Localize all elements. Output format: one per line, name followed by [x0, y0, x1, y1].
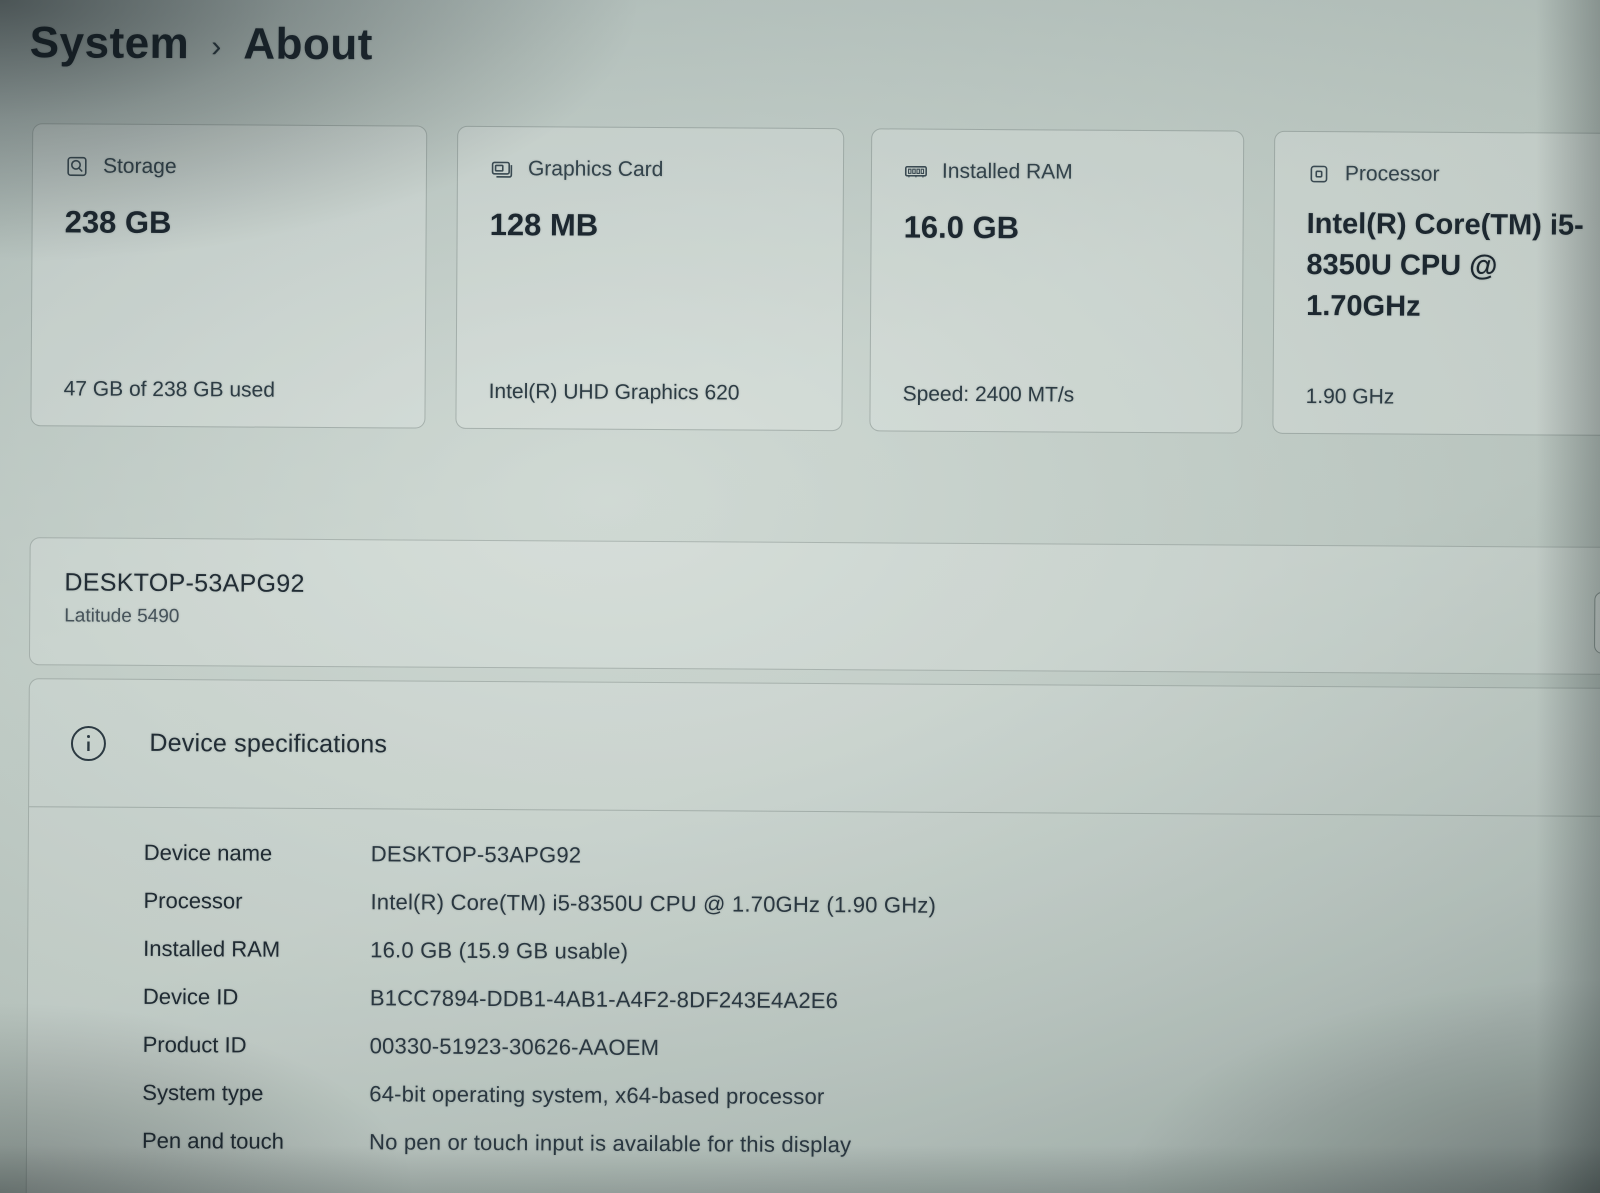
processor-card-header: Processor — [1307, 162, 1591, 188]
settings-window: System › About Storage 238 GB 47 — [0, 0, 1600, 1193]
graphics-card-icon — [490, 157, 514, 181]
spec-label: System type — [142, 1080, 369, 1107]
card-value: Intel(R) Core(TM) i5-8350U CPU @ 1.70GHz — [1306, 204, 1591, 329]
card-detail: 47 GB of 238 GB used — [64, 377, 275, 402]
processor-card: Processor Intel(R) Core(TM) i5-8350U CPU… — [1272, 131, 1600, 436]
card-detail: 1.90 GHz — [1306, 385, 1395, 410]
spec-row-pen-and-touch: Pen and touch No pen or touch input is a… — [142, 1128, 1600, 1185]
device-name-card: DESKTOP-53APG92 Latitude 5490 — [29, 537, 1600, 675]
section-title: Device specifications — [149, 729, 387, 759]
device-name: DESKTOP-53APG92 — [64, 568, 1584, 606]
summary-cards: Storage 238 GB 47 GB of 238 GB used Grap… — [0, 0, 1600, 10]
processor-chip-icon — [1307, 162, 1331, 186]
spec-label: Device ID — [143, 984, 370, 1011]
installed-ram-card: Installed RAM 16.0 GB Speed: 2400 MT/s — [869, 128, 1244, 433]
breadcrumb: System › About — [30, 18, 373, 70]
device-model: Latitude 5490 — [64, 605, 1584, 636]
chevron-right-icon: › — [211, 30, 221, 64]
spec-label: Processor — [143, 888, 370, 915]
card-value: 238 GB — [65, 200, 394, 246]
device-specifications-header[interactable]: Device specifications — [29, 679, 1600, 817]
card-value: 16.0 GB — [903, 206, 1210, 252]
card-label: Installed RAM — [942, 160, 1073, 185]
installed-ram-header: Installed RAM — [904, 160, 1211, 186]
card-label: Storage — [103, 155, 177, 179]
rename-pc-button[interactable] — [1594, 592, 1600, 654]
card-detail: Intel(R) UHD Graphics 620 — [489, 380, 740, 406]
storage-card-header: Storage — [65, 154, 394, 180]
graphics-card-card: Graphics Card 128 MB Intel(R) UHD Graphi… — [455, 126, 844, 431]
hard-drive-icon — [65, 154, 89, 178]
device-specifications-card: Device specifications Device name DESKTO… — [25, 678, 1600, 1193]
card-value: 128 MB — [490, 203, 811, 249]
graphics-card-header: Graphics Card — [490, 157, 811, 183]
card-detail: Speed: 2400 MT/s — [903, 383, 1075, 408]
info-icon — [69, 724, 107, 762]
specs-table: Device name DESKTOP-53APG92 Processor In… — [27, 839, 1600, 1185]
spec-label: Product ID — [143, 1032, 370, 1059]
breadcrumb-system-link[interactable]: System — [30, 18, 190, 69]
spec-label: Installed RAM — [143, 936, 370, 963]
card-label: Processor — [1345, 162, 1440, 187]
page-title: About — [243, 19, 373, 70]
memory-stick-icon — [904, 160, 928, 184]
spec-label: Device name — [144, 840, 371, 867]
card-label: Graphics Card — [528, 157, 664, 182]
spec-value: DESKTOP-53APG92 — [371, 841, 1600, 875]
about-page: System › About Storage 238 GB 47 — [0, 0, 1600, 1193]
storage-card: Storage 238 GB 47 GB of 238 GB used — [30, 123, 427, 428]
spec-label: Pen and touch — [142, 1128, 369, 1155]
